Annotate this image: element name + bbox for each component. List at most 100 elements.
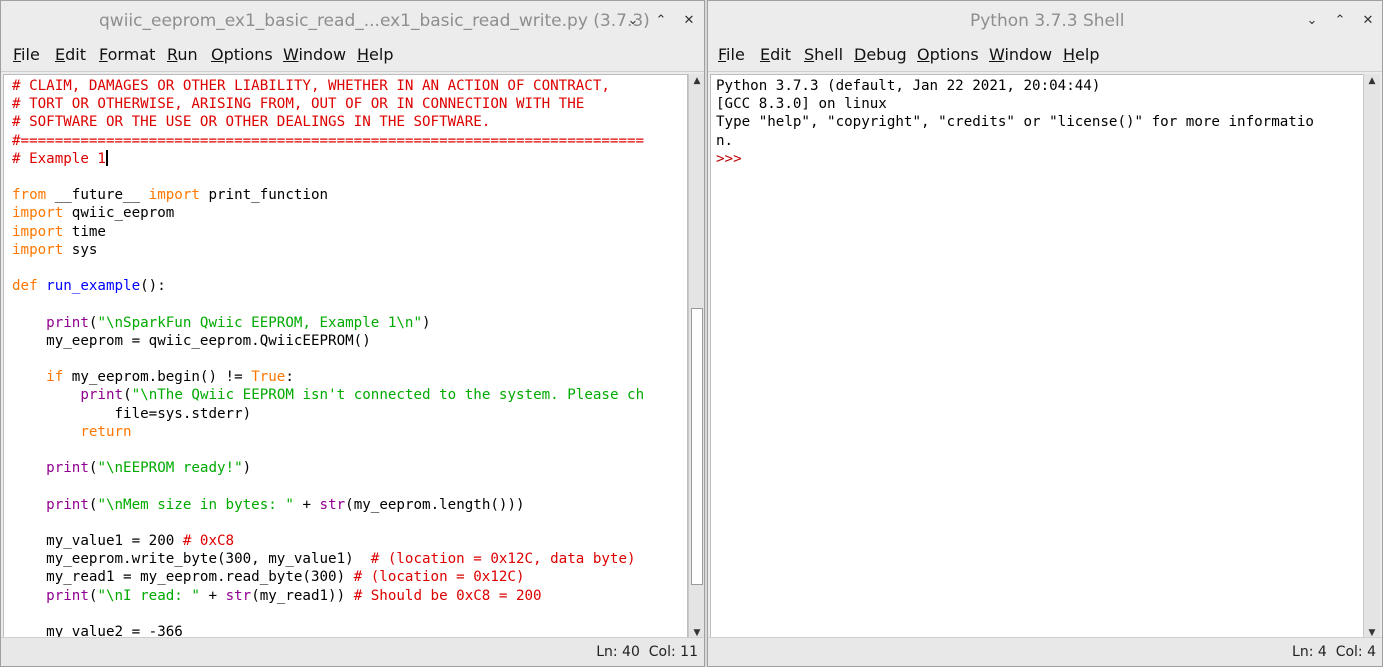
maximize-icon[interactable]: ⌃ xyxy=(1326,1,1354,41)
shell-window: Python 3.7.3 Shell ⌄ ⌃ ✕ File Edit Shell D… xyxy=(707,0,1383,667)
editor-window: qwiic_eeprom_ex1_basic_read_...ex1_basic… xyxy=(0,0,705,667)
editor-menubar: File Edit Format Run Options Window Help xyxy=(1,39,704,72)
shell-vertical-scrollbar[interactable]: ▲ ▼ xyxy=(1363,74,1380,640)
menu-edit[interactable]: Edit xyxy=(760,39,791,71)
string-literal: "\nI read: " xyxy=(97,587,200,604)
menu-debug[interactable]: Debug xyxy=(854,39,907,71)
comment: # (location = 0x12C, data byte) xyxy=(370,551,636,568)
builtin: print xyxy=(46,587,89,604)
menu-format[interactable]: Format xyxy=(99,39,155,71)
builtin: print xyxy=(46,496,89,513)
code-line: # CLAIM, DAMAGES OR OTHER LIABILITY, WHE… xyxy=(12,78,610,94)
code-line: # Example 1 xyxy=(12,150,106,167)
editor-line-col: Ln: 40 Col: 11 xyxy=(596,644,698,660)
minimize-icon[interactable]: ⌄ xyxy=(1298,1,1326,41)
builtin: str xyxy=(225,587,252,604)
code-text: time xyxy=(63,223,106,240)
code-line: # SOFTWARE OR THE USE OR OTHER DEALINGS … xyxy=(12,114,491,131)
builtin: print xyxy=(46,460,89,477)
builtin: print xyxy=(80,387,124,404)
code-text: ( xyxy=(123,387,132,404)
shell-line: Python 3.7.3 (default, Jan 22 2021, 20:0… xyxy=(716,78,1101,94)
shell-line: n. xyxy=(716,132,734,149)
menu-help[interactable]: Help xyxy=(357,39,393,71)
editor-text-area[interactable]: # CLAIM, DAMAGES OR OTHER LIABILITY, WHE… xyxy=(3,74,688,640)
shell-statusbar: Ln: 4 Col: 4 xyxy=(708,637,1382,666)
comment: # Should be 0xC8 = 200 xyxy=(353,587,542,604)
close-icon[interactable]: ✕ xyxy=(675,1,703,41)
code-text: print_function xyxy=(199,187,329,204)
editor-vertical-scrollbar[interactable]: ▲ ▼ xyxy=(688,74,704,640)
menu-options[interactable]: Options xyxy=(917,39,979,71)
keyword: import xyxy=(12,223,64,240)
editor-title: qwiic_eeprom_ex1_basic_read_...ex1_basic… xyxy=(99,11,650,31)
menu-window[interactable]: Window xyxy=(989,39,1052,71)
scroll-up-icon[interactable]: ▲ xyxy=(689,74,704,88)
builtin: str xyxy=(319,496,346,513)
editor-statusbar: Ln: 40 Col: 11 xyxy=(1,637,704,666)
comment: # 0xC8 xyxy=(182,533,235,550)
keyword: import xyxy=(12,205,64,222)
code-line: #=======================================… xyxy=(12,132,645,149)
comment: # (location = 0x12C) xyxy=(353,569,525,586)
code-text: my_read1 = my_eeprom.read_byte(300) xyxy=(12,569,354,586)
string-literal: "\nEEPROM ready!" xyxy=(97,460,243,477)
code-text: my_eeprom.begin() != xyxy=(63,369,252,386)
shell-line: [GCC 8.3.0] on linux xyxy=(716,96,887,113)
code-text: ) xyxy=(242,460,252,477)
shell-menubar: File Edit Shell Debug Options Window Hel… xyxy=(708,39,1382,72)
code-text: (): xyxy=(140,278,166,295)
menu-shell[interactable]: Shell xyxy=(804,39,843,71)
text-cursor xyxy=(105,149,108,166)
code-text: qwiic_eeprom xyxy=(63,205,175,222)
keyword: import xyxy=(148,187,200,204)
editor-window-controls: ⌄ ⌃ ✕ xyxy=(619,1,703,39)
menu-file[interactable]: File xyxy=(718,39,745,71)
code-line: my_eeprom = qwiic_eeprom.QwiicEEPROM() xyxy=(12,332,371,349)
function-name: run_example xyxy=(46,278,141,295)
code-text: sys xyxy=(63,241,98,258)
menu-window[interactable]: Window xyxy=(283,39,346,71)
code-text: my_value1 = 200 xyxy=(12,533,183,550)
code-text: my_eeprom.write_byte(300, my_value1) xyxy=(12,551,371,568)
shell-titlebar[interactable]: Python 3.7.3 Shell ⌄ ⌃ ✕ xyxy=(708,1,1382,39)
keyword: from xyxy=(12,187,47,204)
code-text: (my_eeprom.length())) xyxy=(345,496,525,513)
keyword: def xyxy=(12,278,38,295)
code-text: + xyxy=(199,587,226,604)
minimize-icon[interactable]: ⌄ xyxy=(619,1,647,41)
shell-title: Python 3.7.3 Shell xyxy=(970,11,1125,31)
keyword: import xyxy=(12,241,64,258)
builtin: print xyxy=(46,314,89,331)
menu-file[interactable]: File xyxy=(13,39,40,71)
menu-run[interactable]: Run xyxy=(167,39,198,71)
code-text: + xyxy=(293,496,320,513)
keyword: if xyxy=(46,369,64,386)
code-line: # TORT OR OTHERWISE, ARISING FROM, OUT O… xyxy=(12,96,585,113)
code-text: ) xyxy=(422,314,431,331)
shell-window-controls: ⌄ ⌃ ✕ xyxy=(1298,1,1382,39)
code-text: : xyxy=(285,369,294,386)
code-line: file=sys.stderr) xyxy=(12,405,252,422)
editor-titlebar[interactable]: qwiic_eeprom_ex1_basic_read_...ex1_basic… xyxy=(1,1,704,39)
scroll-thumb[interactable] xyxy=(691,308,703,585)
source-code: # CLAIM, DAMAGES OR OTHER LIABILITY, WHE… xyxy=(12,77,645,639)
maximize-icon[interactable]: ⌃ xyxy=(647,1,675,41)
shell-output: Python 3.7.3 (default, Jan 22 2021, 20:0… xyxy=(716,77,1314,168)
menu-options[interactable]: Options xyxy=(211,39,273,71)
close-icon[interactable]: ✕ xyxy=(1354,1,1382,41)
scroll-up-icon[interactable]: ▲ xyxy=(1364,74,1380,88)
menu-edit[interactable]: Edit xyxy=(55,39,86,71)
shell-prompt: >>> xyxy=(716,150,742,167)
keyword: True xyxy=(251,369,286,386)
keyword: return xyxy=(80,423,132,440)
string-literal: "\nThe Qwiic EEPROM isn't connected to t… xyxy=(131,387,645,404)
shell-text-area[interactable]: Python 3.7.3 (default, Jan 22 2021, 20:0… xyxy=(710,74,1365,640)
menu-help[interactable]: Help xyxy=(1063,39,1099,71)
shell-line-col: Ln: 4 Col: 4 xyxy=(1292,644,1376,660)
